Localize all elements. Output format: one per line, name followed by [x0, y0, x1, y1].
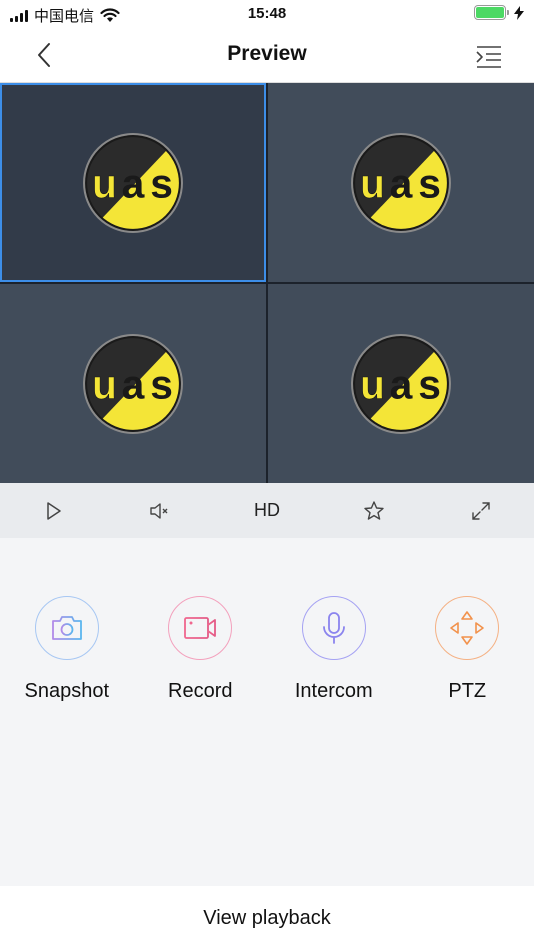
speaker-muted-icon [150, 502, 168, 519]
battery-icon [474, 5, 509, 20]
logo-letter: s [418, 361, 441, 407]
video-cell[interactable]: uas [268, 83, 534, 282]
intercom-button[interactable]: Intercom [267, 596, 401, 703]
uas-logo: uas [83, 132, 183, 233]
view-playback-button[interactable]: View playback [0, 886, 534, 950]
uas-logo: uas [83, 333, 183, 434]
logo-letter: s [418, 160, 441, 206]
status-time: 15:48 [247, 5, 287, 22]
video-cell[interactable]: uas [268, 284, 534, 483]
video-grid: uas uas uas uas [0, 83, 534, 483]
logo-letter: a [390, 361, 413, 407]
charging-bolt-icon [514, 5, 524, 20]
fullscreen-button[interactable] [427, 483, 534, 538]
favorite-button[interactable] [320, 483, 427, 538]
ptz-label: PTZ [448, 680, 487, 702]
ptz-button[interactable]: PTZ [401, 596, 534, 703]
camera-icon [51, 616, 82, 640]
video-cell[interactable]: uas [0, 284, 266, 483]
quality-hd-button[interactable]: HD [214, 483, 321, 538]
logo-letter: a [390, 160, 413, 206]
logo-letter: u [92, 160, 117, 206]
expand-icon [471, 501, 490, 520]
logo-letter: u [360, 160, 385, 206]
intercom-circle [301, 596, 366, 660]
page-title: Preview [227, 42, 307, 65]
snapshot-circle [34, 596, 99, 660]
list-menu-icon [476, 46, 501, 68]
snapshot-button[interactable]: Snapshot [0, 596, 134, 703]
record-label: Record [168, 680, 233, 702]
record-circle [168, 596, 233, 660]
star-icon [364, 500, 384, 520]
status-right [474, 5, 524, 20]
logo-letter: u [360, 361, 385, 407]
play-icon [47, 501, 62, 520]
snapshot-label: Snapshot [24, 680, 109, 702]
video-cell[interactable]: uas [0, 83, 266, 282]
intercom-label: Intercom [294, 680, 373, 702]
action-row: Snapshot Record Intercom PTZ [0, 596, 534, 703]
video-controls: HD [0, 483, 534, 538]
play-button[interactable] [0, 483, 107, 538]
nav-bar: Preview [0, 28, 534, 83]
uas-logo: uas [351, 132, 451, 233]
uas-logo: uas [351, 333, 451, 434]
status-bar: 中国电信 15:48 [0, 0, 534, 28]
logo-letter: a [122, 361, 145, 407]
logo-letter: a [122, 160, 145, 206]
logo-letter: u [92, 361, 117, 407]
logo-letter: s [150, 160, 173, 206]
direction-arrows-icon [450, 611, 485, 645]
video-camera-icon [184, 617, 217, 639]
ptz-circle [435, 596, 500, 660]
record-button[interactable]: Record [134, 596, 268, 703]
logo-letter: s [150, 361, 173, 407]
microphone-icon [322, 612, 345, 644]
mute-button[interactable] [107, 483, 214, 538]
menu-button[interactable] [474, 41, 504, 71]
